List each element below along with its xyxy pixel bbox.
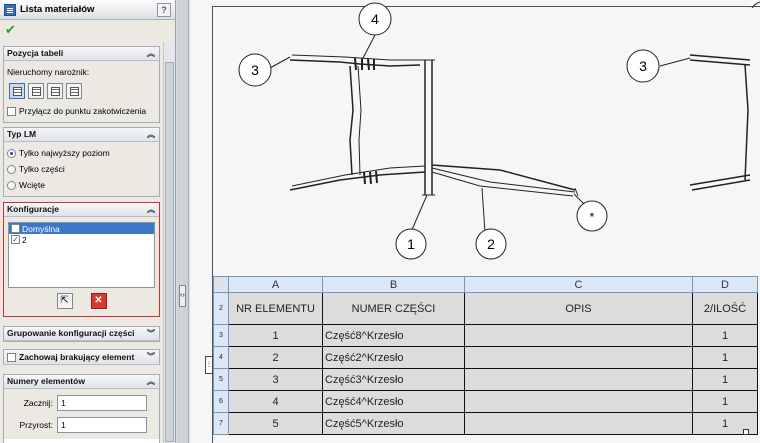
balloon-2[interactable]: 2 (475, 228, 507, 260)
cell-quantity[interactable]: 1 (692, 390, 758, 413)
cell-item-no[interactable]: 1 (228, 324, 323, 347)
cell-description[interactable] (464, 346, 693, 369)
cell-item-no[interactable]: 2 (228, 346, 323, 369)
balloon-3[interactable]: 3 (238, 53, 272, 87)
svg-text:4: 4 (371, 11, 379, 27)
table-header-row: 2 NR ELEMENTU NUMER CZĘŚCI OPIS 2/ILOŚĆ (213, 292, 758, 325)
cell-quantity[interactable]: 1 (692, 324, 758, 347)
svg-text:3: 3 (251, 62, 259, 78)
column-letter-c[interactable]: C (464, 276, 693, 293)
table-row[interactable]: 6 4 Część4^Krzesło 1 (213, 390, 758, 413)
table-row[interactable]: 4 2 Część2^Krzesło 1 (213, 346, 758, 369)
header-quantity[interactable]: 2/ILOŚĆ (692, 292, 758, 325)
balloon-partial-right (751, 1, 760, 9)
column-letter-a[interactable]: A (228, 276, 323, 293)
balloon-4[interactable]: 4 (358, 2, 392, 36)
cell-part-number[interactable]: Część4^Krzesło (322, 390, 465, 413)
column-letter-d[interactable]: D (692, 276, 758, 293)
cell-quantity[interactable]: 1 (692, 368, 758, 391)
cell-description[interactable] (464, 368, 693, 391)
table-side-handle[interactable]: ⋮ (205, 356, 213, 374)
cell-item-no[interactable]: 4 (228, 390, 323, 413)
balloon-group: 3 4 1 2 * 3 (238, 1, 760, 260)
cell-part-number[interactable]: Część8^Krzesło (322, 324, 465, 347)
row-number[interactable]: 3 (213, 324, 229, 347)
row-number[interactable]: 5 (213, 368, 229, 391)
svg-text:3: 3 (639, 58, 647, 74)
table-corner[interactable] (213, 276, 229, 293)
header-part-number[interactable]: NUMER CZĘŚCI (322, 292, 465, 325)
balloon-asterisk[interactable]: * (576, 200, 608, 232)
cell-description[interactable] (464, 390, 693, 413)
column-letter-b[interactable]: B (322, 276, 465, 293)
cell-description[interactable] (464, 324, 693, 347)
cell-part-number[interactable]: Część3^Krzesło (322, 368, 465, 391)
svg-text:*: * (590, 210, 595, 224)
cell-part-number[interactable]: Część2^Krzesło (322, 346, 465, 369)
balloon-1[interactable]: 1 (395, 228, 427, 260)
header-item-no[interactable]: NR ELEMENTU (228, 292, 323, 325)
cell-description[interactable] (464, 412, 693, 435)
cell-item-no[interactable]: 5 (228, 412, 323, 435)
row-number[interactable]: 6 (213, 390, 229, 413)
table-resize-handle[interactable] (743, 429, 749, 435)
svg-text:2: 2 (487, 236, 495, 252)
table-column-letters: A B C D (213, 276, 758, 293)
svg-text:1: 1 (407, 236, 415, 252)
row-number[interactable]: 2 (213, 292, 229, 325)
cell-item-no[interactable]: 3 (228, 368, 323, 391)
table-row[interactable]: 7 5 Część5^Krzesło 1 (213, 412, 758, 435)
cell-part-number[interactable]: Część5^Krzesło (322, 412, 465, 435)
cell-quantity[interactable]: 1 (692, 346, 758, 369)
header-description[interactable]: OPIS (464, 292, 693, 325)
row-number[interactable]: 4 (213, 346, 229, 369)
bom-table[interactable]: A B C D 2 NR ELEMENTU NUMER CZĘŚCI OPIS … (213, 276, 758, 435)
balloon-3-right[interactable]: 3 (626, 49, 660, 83)
row-number[interactable]: 7 (213, 412, 229, 435)
table-row[interactable]: 5 3 Część3^Krzesło 1 (213, 368, 758, 391)
table-row[interactable]: 3 1 Część8^Krzesło 1 (213, 324, 758, 347)
